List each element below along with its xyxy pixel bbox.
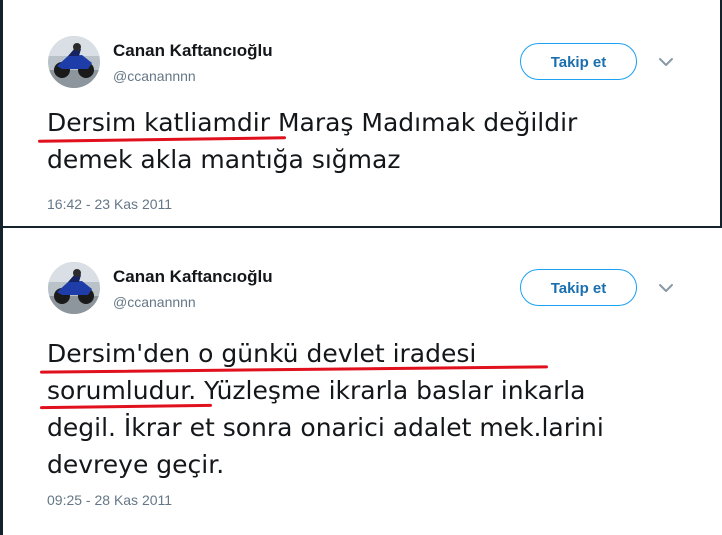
tweet-text-line: sorumludur. Yüzleşme ikrarla baslar inka… [47, 372, 697, 409]
display-name[interactable]: Canan Kaftancıoğlu [113, 41, 273, 61]
chevron-down-icon[interactable] [656, 278, 676, 298]
tweet-text-line: devreye geçir. [47, 446, 697, 483]
motorcycle-avatar-icon [48, 262, 100, 314]
user-handle[interactable]: @ccanannnn [113, 294, 196, 310]
tweet-card-1: Canan Kaftancıoğlu @ccanannnn Takip et D… [0, 0, 722, 226]
highlighted-phrase: Dersim katliamdir [47, 108, 270, 137]
highlighted-phrase: sorumludur. [47, 376, 197, 405]
tweet-text-line: degil. İkrar et sonra onarici adalet mek… [47, 409, 697, 446]
follow-button[interactable]: Takip et [520, 43, 637, 80]
tweet-timestamp[interactable]: 16:42 - 23 Kas 2011 [47, 196, 172, 212]
chevron-down-icon[interactable] [656, 52, 676, 72]
motorcycle-avatar-icon [48, 36, 100, 88]
text-segment: degil. İkrar et sonra onarici adalet mek… [47, 413, 604, 442]
tweet-card-2: Canan Kaftancıoğlu @ccanannnn Takip et D… [0, 228, 722, 535]
tweet-text-line: demek akla mantığa sığmaz [47, 141, 697, 178]
user-handle[interactable]: @ccanannnn [113, 68, 196, 84]
display-name[interactable]: Canan Kaftancıoğlu [113, 267, 273, 287]
avatar[interactable] [48, 36, 100, 88]
frame-edge-left [0, 0, 3, 226]
avatar[interactable] [48, 262, 100, 314]
tweet-text: Dersim'den o günkü devlet iradesi soruml… [47, 335, 697, 483]
frame-edge-left [0, 228, 3, 535]
text-segment: devreye geçir. [47, 450, 225, 479]
text-segment: demek akla mantığa sığmaz [47, 145, 401, 174]
text-segment: Yüzleşme ikrarla baslar inkarla [196, 376, 586, 405]
highlighted-phrase: Dersim'den o günkü devlet iradesi [47, 339, 477, 368]
tweet-text-line: Dersim katliamdir Maraş Madımak değildir [47, 104, 697, 141]
follow-button[interactable]: Takip et [520, 269, 637, 306]
screenshot-canvas: Canan Kaftancıoğlu @ccanannnn Takip et D… [0, 0, 722, 535]
text-segment: Maraş Madımak değildir [270, 108, 578, 137]
tweet-timestamp[interactable]: 09:25 - 28 Kas 2011 [47, 492, 172, 508]
